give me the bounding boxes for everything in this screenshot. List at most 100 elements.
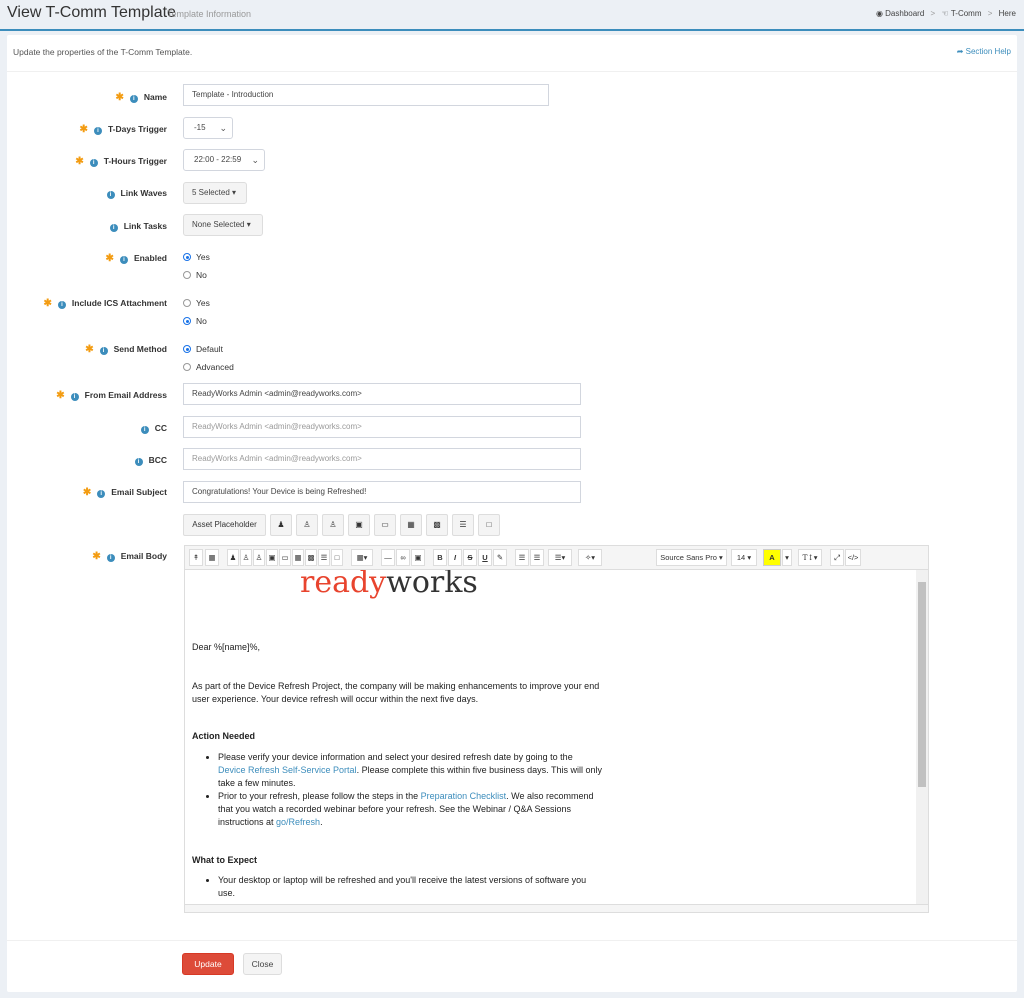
asset-placeholder-button[interactable]: Asset Placeholder [183,514,266,536]
required-icon: ✱ [92,551,101,562]
section-help-label: Section Help [965,47,1011,56]
checklist-link[interactable]: Preparation Checklist [421,791,507,801]
image-icon[interactable]: ▣ [411,549,425,566]
calendar-icon[interactable]: ▦ [205,549,219,566]
calendar-blank-icon[interactable]: □ [331,549,343,566]
underline-icon[interactable]: U [478,549,492,566]
email-body-editor[interactable]: ↟ ▦ ♟ ♙ ♙ ▣ ▭ ▦ ▩ ☰ □ ▦▾ — ∞ ▣ B I S U ✎… [184,545,929,913]
expect-list: Your desktop or laptop will be refreshed… [192,874,602,900]
strikethrough-icon[interactable]: S [463,549,477,566]
horizontal-rule-icon[interactable]: — [381,549,395,566]
close-button[interactable]: Close [243,953,282,975]
breadcrumb-here: Here [998,9,1016,18]
from-label: ✱ i From Email Address [56,390,167,401]
info-icon[interactable]: i [109,224,118,232]
breadcrumb-tcomm[interactable]: T-Comm [951,9,982,18]
send-default-radio[interactable]: Default [183,344,223,354]
intro-paragraph: As part of the Device Refresh Project, t… [192,681,600,704]
required-icon: ✱ [56,390,65,401]
ics-yes-radio[interactable]: Yes [183,298,210,308]
text-size-icon[interactable]: T↕▾ [798,549,822,566]
calendar-check-icon[interactable]: ▩ [426,514,448,536]
user-alt-icon[interactable]: ♙ [253,549,265,566]
info-icon[interactable]: i [97,490,106,498]
info-icon[interactable]: i [106,554,115,562]
breadcrumb-separator: > [987,9,993,18]
required-icon: ✱ [115,92,124,103]
enabled-no-radio[interactable]: No [183,270,207,280]
calendar-check-icon[interactable]: ▩ [305,549,317,566]
pin-icon[interactable]: ↟ [189,549,203,566]
info-icon[interactable]: i [106,191,115,199]
eraser-icon[interactable]: ✎ [493,549,507,566]
name-input[interactable]: Template - Introduction [183,84,549,106]
font-size-select[interactable]: 14 ▾ [731,549,757,566]
tdays-select[interactable]: -15 ⌄ [183,117,233,139]
device-icon[interactable]: ▣ [266,549,278,566]
table-icon[interactable]: ▦▾ [351,549,373,566]
align-icon[interactable]: ☰▾ [548,549,572,566]
user-alt-icon[interactable]: ♙ [322,514,344,536]
monitor-icon[interactable]: ▭ [374,514,396,536]
section-help-link[interactable]: ➦ Section Help [957,47,1011,56]
code-view-icon[interactable]: </> [845,549,861,566]
font-family-select[interactable]: Source Sans Pro ▾ [656,549,727,566]
info-icon[interactable]: i [93,127,102,135]
required-icon: ✱ [79,124,88,135]
bcc-field[interactable]: ReadyWorks Admin <admin@readyworks.com> [183,448,581,470]
magic-wand-icon[interactable]: ✧▾ [578,549,602,566]
portal-link[interactable]: Device Refresh Self-Service Portal [218,765,357,775]
ics-no-radio[interactable]: No [183,316,207,326]
required-icon: ✱ [82,487,92,498]
name-label: ✱ i Name [115,92,167,103]
user-icon[interactable]: ♟ [227,549,239,566]
cc-field[interactable]: ReadyWorks Admin <admin@readyworks.com> [183,416,581,438]
body-label: ✱ i Email Body [92,551,167,562]
calendar-icon[interactable]: ▦ [400,514,422,536]
monitor-icon[interactable]: ▭ [279,549,291,566]
info-icon[interactable]: i [70,393,79,401]
send-advanced-radio[interactable]: Advanced [183,362,234,372]
list-icon[interactable]: ☰ [452,514,474,536]
chevron-down-icon[interactable]: ▾ [782,549,792,566]
calendar-icon[interactable]: ▦ [292,549,304,566]
update-button[interactable]: Update [182,953,234,975]
breadcrumb: ◉ Dashboard > ☜ T-Comm > Here [876,9,1016,18]
calendar-blank-icon[interactable]: □ [478,514,500,536]
box-description: Update the properties of the T-Comm Temp… [13,47,193,57]
scrollbar-thumb[interactable] [918,582,926,787]
subject-field[interactable]: Congratulations! Your Device is being Re… [183,481,581,503]
chevron-down-icon: ⌄ [219,123,227,133]
action-list: Please verify your device information an… [192,751,602,829]
editor-scrollbar[interactable] [916,570,928,906]
editor-resize-handle[interactable] [185,904,928,912]
bcc-label: i BCC [7,455,167,466]
info-icon[interactable]: i [129,95,138,103]
info-icon[interactable]: i [119,256,128,264]
ordered-list-icon[interactable]: ☰ [530,549,544,566]
tasks-multiselect[interactable]: None Selected ▾ [183,214,263,236]
enabled-yes-radio[interactable]: Yes [183,252,210,262]
go-refresh-link[interactable]: go/Refresh [276,817,320,827]
user-outline-icon[interactable]: ♙ [296,514,318,536]
info-icon[interactable]: i [89,159,98,167]
info-icon[interactable]: i [140,426,149,434]
breadcrumb-dashboard[interactable]: Dashboard [885,9,924,18]
link-icon[interactable]: ∞ [396,549,410,566]
highlight-color-icon[interactable]: A [763,549,781,566]
fullscreen-icon[interactable]: ⤢ [830,549,844,566]
italic-icon[interactable]: I [448,549,462,566]
waves-multiselect[interactable]: 5 Selected ▾ [183,182,247,204]
editor-content[interactable]: readyworks Dear %[name]%, As part of the… [185,570,916,906]
info-icon[interactable]: i [57,301,66,309]
device-icon[interactable]: ▣ [348,514,370,536]
list-icon[interactable]: ☰ [318,549,330,566]
bold-icon[interactable]: B [433,549,447,566]
info-icon[interactable]: i [99,347,108,355]
user-icon[interactable]: ♟ [270,514,292,536]
from-email-field[interactable]: ReadyWorks Admin <admin@readyworks.com> [183,383,581,405]
unordered-list-icon[interactable]: ☰ [515,549,529,566]
info-icon[interactable]: i [134,458,143,466]
thours-select[interactable]: 22:00 - 22:59 ⌄ [183,149,265,171]
user-outline-icon[interactable]: ♙ [240,549,252,566]
